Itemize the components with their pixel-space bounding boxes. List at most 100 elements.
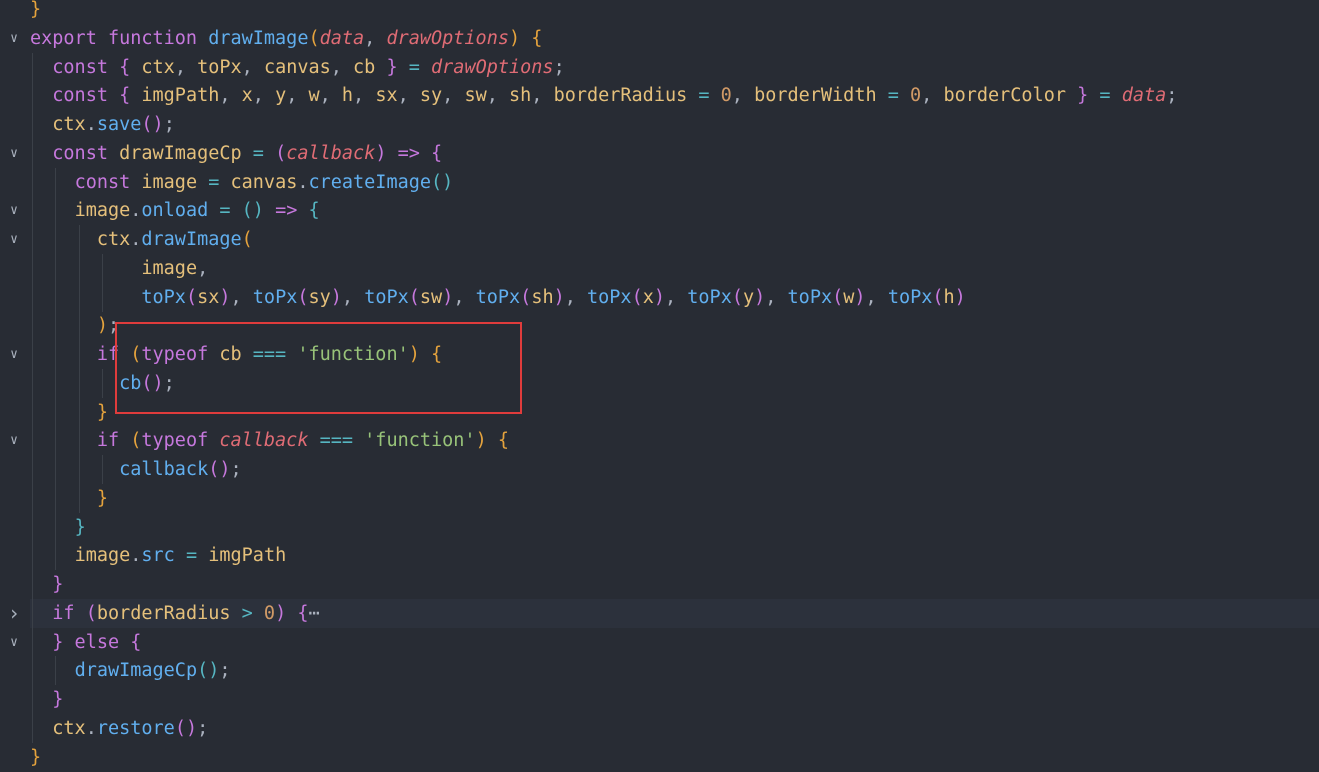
code-line[interactable]: const image = canvas.createImage() [0,167,1319,197]
code-token: ( [932,286,944,308]
code-token: === [241,344,298,365]
fold-expanded-chevron-icon[interactable]: ∨ [6,628,22,657]
code-token: ( [85,602,97,624]
code-token: imgPath [141,85,220,107]
code-token: sw [464,85,487,107]
fold-expanded-chevron-icon[interactable]: ∨ [6,196,22,225]
code-line[interactable]: ctx.restore(); [0,713,1319,743]
code-token: src [141,545,175,567]
fold-gutter [6,110,22,139]
code-line[interactable]: ctx.save(); [0,110,1319,139]
code-line[interactable]: drawImageCp(); [0,656,1319,686]
code-token: { [119,85,142,107]
code-token: ( [185,286,198,308]
code-token: , [531,85,554,107]
code-token: x [241,85,253,107]
fold-collapsed-chevron-icon[interactable]: › [6,599,22,628]
code-token: drawImageCp [74,660,198,682]
code-line[interactable]: ); [0,311,1319,341]
fold-gutter [6,656,22,685]
code-line[interactable]: } [0,483,1319,513]
code-token: ; [163,114,175,135]
code-line[interactable]: } [0,512,1319,542]
code-line[interactable]: image, [0,253,1319,283]
code-text: toPx(sx), toPx(sy), toPx(sw), toPx(sh), … [30,283,965,312]
code-token: , [442,85,465,107]
code-token: borderColor [943,85,1066,107]
code-line[interactable]: image.src = imgPath [0,541,1319,571]
code-token: toPx [475,286,521,308]
code-token: , [319,85,342,107]
code-token: h [943,286,955,308]
code-token: = [1088,85,1122,107]
code-line[interactable]: ∨ image.onload = () => { [0,196,1319,226]
code-line[interactable]: } [0,0,1319,24]
code-token: , [921,85,944,107]
code-token: ; [219,660,231,682]
code-token: y [742,286,755,308]
code-line[interactable]: } [0,397,1319,427]
code-line[interactable]: } [0,570,1319,599]
code-line[interactable]: ∨ ctx.drawImage( [0,225,1319,254]
code-line[interactable]: ∨ const drawImageCp = (callback) => { [0,138,1319,168]
fold-expanded-chevron-icon[interactable]: ∨ [6,24,22,53]
code-token: callback [286,142,376,164]
code-token: ( [631,286,643,308]
fold-gutter [6,0,22,24]
code-token: drawOptions [386,27,509,49]
code-token: drawImageCp [119,142,242,164]
code-token: > [230,602,264,624]
code-token: = [208,200,242,222]
code-line[interactable]: } [0,685,1319,714]
code-text: } [30,570,63,599]
code-token: ctx [52,114,86,135]
code-text: } [30,0,41,24]
fold-expanded-chevron-icon[interactable]: ∨ [6,426,22,455]
code-token: drawImage [208,27,309,49]
code-line[interactable]: } [0,743,1319,772]
code-token: () [141,114,164,135]
code-token: callback [119,459,209,480]
code-token: data [319,27,365,49]
code-token: export [30,27,108,49]
code-token: . [85,114,97,135]
code-token: 0 [720,85,732,107]
code-token: drawImage [141,229,242,250]
code-line[interactable]: const { imgPath, x, y, w, h, sx, sy, sw,… [0,81,1319,111]
code-line[interactable]: › if (borderRadius > 0) {⋯ [8,598,1319,628]
code-line[interactable]: ∨ if (typeof cb === 'function') { [0,340,1319,369]
code-line[interactable]: ∨ export function drawImage(data, drawOpt… [0,24,1319,53]
code-line[interactable]: ∨ if (typeof callback === 'function') { [0,426,1319,456]
fold-gutter [6,513,22,542]
code-editor[interactable]: } ∨ export function drawImage(data, drawOp… [0,0,1319,768]
fold-expanded-chevron-icon[interactable]: ∨ [6,340,22,369]
fold-gutter [6,168,22,197]
code-token: cb [119,372,142,394]
code-line[interactable]: cb(); [0,368,1319,398]
code-line[interactable]: const { ctx, toPx, canvas, cb } = drawOp… [0,52,1319,82]
code-token: if [96,430,131,452]
code-token: sy [419,85,443,107]
fold-gutter [6,254,22,283]
code-line[interactable]: callback(); [0,455,1319,484]
code-token: ctx [52,717,86,739]
code-line[interactable]: ∨ } else { [0,627,1319,657]
code-token: ) [854,286,866,308]
code-token: 'function' [297,344,409,365]
code-text: ); [30,311,119,340]
code-text: const { imgPath, x, y, w, h, sx, sy, sw,… [30,81,1177,110]
code-text: if (typeof cb === 'function') { [30,340,442,369]
code-token: , [219,85,242,107]
code-token: ; [107,315,120,337]
code-line[interactable]: toPx(sx), toPx(sy), toPx(sw), toPx(sh), … [0,282,1319,312]
fold-expanded-chevron-icon[interactable]: ∨ [6,225,22,254]
code-text: const { ctx, toPx, canvas, cb } = drawOp… [30,53,564,82]
fold-expanded-chevron-icon[interactable]: ∨ [6,139,22,168]
